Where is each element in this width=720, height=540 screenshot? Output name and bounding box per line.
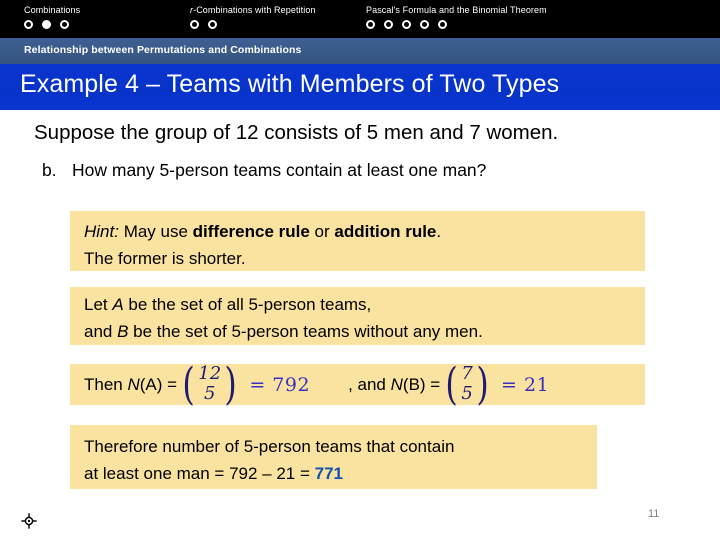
nav-group-combinations[interactable]: Combinations xyxy=(24,0,80,38)
slide-title-bar: Example 4 – Teams with Members of Two Ty… xyxy=(0,64,720,110)
nav-dot[interactable] xyxy=(402,20,411,29)
binomial-r: 5 xyxy=(203,382,216,404)
question-text: How many 5-person teams contain at least… xyxy=(72,160,487,180)
nav-dots-combinations xyxy=(24,20,80,29)
problem-statement: Suppose the group of 12 consists of 5 me… xyxy=(34,121,559,144)
formula-row: Then N(A) = ( 12 5 ) = 792 , and N(B) = … xyxy=(84,358,550,410)
crosshair-target-icon xyxy=(21,513,37,529)
nav-dot[interactable] xyxy=(208,20,217,29)
result-callout-box: Therefore number of 5-person teams that … xyxy=(70,425,597,489)
page-title: Example 4 – Teams with Members of Two Ty… xyxy=(20,70,560,98)
nav-group-label: Pascal's Formula and the Binomial Theore… xyxy=(366,5,547,15)
nav-dots-r-combinations xyxy=(190,20,316,29)
binomial-b-value: = 21 xyxy=(501,373,550,396)
nav-dot[interactable] xyxy=(24,20,33,29)
formula-callout-box: Then N(A) = ( 12 5 ) = 792 , and N(B) = … xyxy=(70,358,645,410)
formula-lead: Then N(A) = xyxy=(84,374,178,394)
binomial-stack: 12 5 xyxy=(197,362,222,404)
top-navigation-bar: Combinations r-Combinations with Repetit… xyxy=(0,0,720,38)
hint-callout-box: Hint: May use difference rule or additio… xyxy=(70,211,645,271)
nav-group-pascals-formula[interactable]: Pascal's Formula and the Binomial Theore… xyxy=(366,0,547,38)
nav-group-label: Combinations xyxy=(24,5,81,15)
page-number: 11 xyxy=(648,508,660,520)
nav-dot[interactable] xyxy=(384,20,393,29)
nav-dots-pascals-formula xyxy=(366,20,547,29)
binomial-stack: 7 5 xyxy=(460,362,473,404)
section-subheader-bar: Relationship between Permutations and Co… xyxy=(0,38,720,64)
question-label: b. xyxy=(42,160,57,180)
result-line-1: Therefore number of 5-person teams that … xyxy=(84,437,455,456)
formula-middle: , and N(B) = xyxy=(348,374,441,394)
nav-dot[interactable] xyxy=(438,20,447,29)
nav-dot[interactable] xyxy=(60,20,69,29)
binomial-coefficient-7-choose-5: ( 7 5 ) xyxy=(445,358,489,410)
nav-dot[interactable] xyxy=(420,20,429,29)
binomial-n: 12 xyxy=(198,362,222,384)
nav-group-r-combinations[interactable]: r-Combinations with Repetition xyxy=(190,0,316,38)
set-definition-callout-box: Let A be the set of all 5-person teams, … xyxy=(70,287,645,345)
nav-dot-active[interactable] xyxy=(42,20,51,29)
question-row: b. How many 5-person teams contain at le… xyxy=(42,160,486,181)
section-subheader-text: Relationship between Permutations and Co… xyxy=(24,44,302,56)
set-line-2: and B be the set of 5-person teams witho… xyxy=(84,322,483,341)
nav-dot[interactable] xyxy=(366,20,375,29)
nav-group-label: r-Combinations with Repetition xyxy=(190,5,316,15)
binomial-a-value: = 792 xyxy=(249,373,311,396)
binomial-n: 7 xyxy=(461,362,473,384)
binomial-coefficient-12-choose-5: ( 12 5 ) xyxy=(182,358,237,410)
nav-dot[interactable] xyxy=(190,20,199,29)
set-line-1: Let A be the set of all 5-person teams, xyxy=(84,295,372,314)
result-line-2: at least one man = 792 – 21 = 771 xyxy=(84,464,343,483)
final-answer: 771 xyxy=(314,464,343,483)
hint-line-2: The former is shorter. xyxy=(84,249,246,268)
binomial-r: 5 xyxy=(461,382,473,404)
hint-line-1: Hint: May use difference rule or additio… xyxy=(84,222,442,241)
